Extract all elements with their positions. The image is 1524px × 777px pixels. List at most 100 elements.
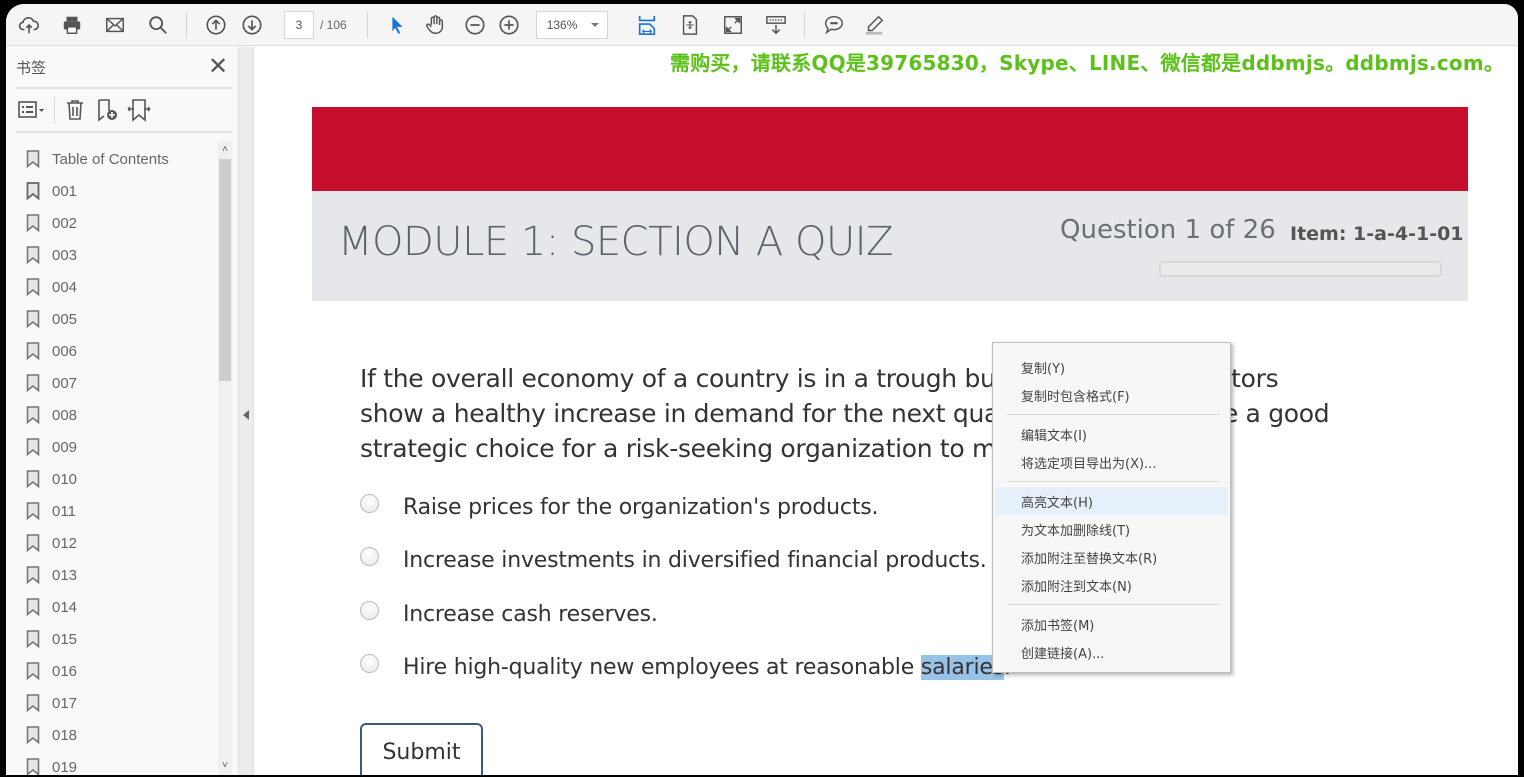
bookmark-icon — [26, 662, 40, 680]
delete-bookmark-button[interactable] — [63, 95, 87, 125]
scroll-up-arrow[interactable]: ˄ — [218, 141, 232, 159]
bookmark-icon — [26, 502, 40, 520]
radio-button[interactable] — [360, 547, 379, 566]
radio-button[interactable] — [360, 654, 379, 673]
bookmark-item[interactable]: 001 — [6, 175, 218, 207]
previous-page-button[interactable] — [199, 9, 233, 41]
bookmark-item[interactable]: 016 — [6, 655, 218, 687]
menu-item-highlight-text[interactable]: 高亮文本(H) — [995, 487, 1228, 515]
menu-item-add-note[interactable]: 添加附注到文本(N) — [993, 571, 1230, 599]
scroll-down-arrow[interactable]: ˅ — [218, 757, 232, 775]
radio-button[interactable] — [360, 601, 379, 620]
answer-option[interactable]: Increase cash reserves. — [360, 601, 658, 627]
bookmark-scrollbar[interactable]: ˄ ˅ — [218, 141, 232, 775]
zoom-level-select[interactable]: 136% — [535, 10, 608, 39]
fullscreen-icon — [723, 15, 742, 34]
close-icon[interactable]: ✕ — [206, 55, 230, 79]
answer-option[interactable]: Hire high-quality new employees at reaso… — [360, 654, 1011, 680]
zoom-out-icon — [465, 14, 485, 35]
bookmark-item[interactable]: 018 — [6, 719, 218, 751]
bookmark-icon — [26, 406, 40, 424]
menu-item-edit-text[interactable]: 编辑文本(I) — [993, 420, 1230, 448]
menu-item-copy[interactable]: 复制(Y) — [993, 353, 1230, 381]
fit-width-button[interactable] — [630, 9, 664, 41]
bookmark-icon — [26, 310, 40, 328]
bookmark-item[interactable]: 014 — [6, 591, 218, 623]
bookmark-item[interactable]: 006 — [6, 335, 218, 367]
bookmark-icon — [26, 278, 40, 296]
bookmark-item[interactable]: 008 — [6, 399, 218, 431]
bookmark-item[interactable]: Table of Contents — [6, 143, 218, 175]
email-button[interactable] — [98, 9, 132, 41]
select-tool-button[interactable] — [380, 9, 414, 41]
item-id: Item: 1-a-4-1-01 — [1290, 223, 1464, 245]
new-bookmark-button[interactable] — [95, 95, 119, 125]
menu-item-strikethrough[interactable]: 为文本加删除线(T) — [993, 515, 1230, 543]
bookmark-item[interactable]: 005 — [6, 303, 218, 335]
bookmark-item[interactable]: 019 — [6, 751, 218, 775]
bookmark-tools — [6, 89, 238, 131]
bookmark-icon — [26, 726, 40, 744]
answer-option[interactable]: Raise prices for the organization's prod… — [360, 494, 879, 520]
print-button[interactable] — [55, 9, 89, 41]
menu-item-add-bookmark[interactable]: 添加书签(M) — [993, 610, 1230, 638]
comment-button[interactable] — [817, 9, 851, 41]
hand-icon — [425, 14, 443, 34]
upload-button[interactable] — [12, 9, 46, 41]
bookmark-icon — [26, 758, 40, 775]
menu-divider — [1007, 481, 1220, 482]
menu-item-create-link[interactable]: 创建链接(A)... — [993, 638, 1230, 666]
zoom-in-button[interactable] — [492, 9, 526, 41]
zoom-out-button[interactable] — [458, 9, 492, 41]
hand-tool-button[interactable] — [418, 9, 452, 41]
bookmark-item[interactable]: 017 — [6, 687, 218, 719]
radio-button[interactable] — [360, 494, 379, 513]
panel-splitter[interactable] — [238, 47, 254, 775]
bookmark-item[interactable]: 007 — [6, 367, 218, 399]
fit-page-button[interactable] — [673, 9, 707, 41]
bookmark-item[interactable]: 002 — [6, 207, 218, 239]
menu-item-add-note-replace[interactable]: 添加附注至替换文本(R) — [993, 543, 1230, 571]
print-icon — [63, 16, 81, 34]
panel-divider — [16, 131, 232, 133]
bookmark-item[interactable]: 011 — [6, 495, 218, 527]
select-cursor-icon — [392, 16, 403, 34]
options-menu-button[interactable] — [16, 95, 46, 125]
bookmark-item[interactable]: 003 — [6, 239, 218, 271]
submit-button[interactable]: Submit — [360, 723, 483, 775]
bookmark-item[interactable]: 004 — [6, 271, 218, 303]
fit-page-icon — [682, 14, 697, 35]
collapse-panel-icon[interactable] — [243, 410, 249, 420]
next-page-button[interactable] — [235, 9, 269, 41]
bookmark-list: Table of Contents 001 002 003 004 005 00… — [6, 141, 218, 775]
expand-bookmark-button[interactable] — [127, 95, 151, 125]
bookmark-icon — [26, 598, 40, 616]
menu-item-copy-with-formatting[interactable]: 复制时包含格式(F) — [993, 381, 1230, 409]
context-menu: 复制(Y) 复制时包含格式(F) 编辑文本(I) 将选定项目导出为(X)... … — [992, 342, 1231, 673]
bookmark-item[interactable]: 013 — [6, 559, 218, 591]
quiz-header: MODULE 1: SECTION A QUIZ Question 1 of 2… — [312, 191, 1468, 301]
page-down-icon — [242, 14, 262, 35]
quiz-progress-bar — [1159, 261, 1442, 277]
bookmark-item[interactable]: 015 — [6, 623, 218, 655]
answer-option[interactable]: Increase investments in diversified fina… — [360, 547, 987, 573]
page-number-input[interactable]: 3 — [284, 10, 314, 39]
scroll-mode-button[interactable] — [759, 9, 793, 41]
scroll-thumb[interactable] — [219, 159, 231, 381]
fit-width-icon — [638, 15, 655, 35]
bookmark-item[interactable]: 012 — [6, 527, 218, 559]
highlight-button[interactable] — [857, 9, 891, 41]
bookmark-item[interactable]: 009 — [6, 431, 218, 463]
bookmark-icon — [26, 246, 40, 264]
bookmark-item[interactable]: 010 — [6, 463, 218, 495]
list-options-icon — [18, 101, 44, 118]
menu-divider — [1007, 414, 1220, 415]
bookmark-icon — [26, 534, 40, 552]
fullscreen-button[interactable] — [716, 9, 750, 41]
document-view: 需购买，请联系QQ是39765830，Skype、LINE、微信都是ddbmjs… — [254, 47, 1518, 775]
menu-item-export-selection[interactable]: 将选定项目导出为(X)... — [993, 448, 1230, 476]
cloud-upload-icon — [18, 16, 39, 33]
search-icon — [149, 15, 167, 34]
bookmark-icon — [26, 182, 40, 200]
search-button[interactable] — [141, 9, 175, 41]
